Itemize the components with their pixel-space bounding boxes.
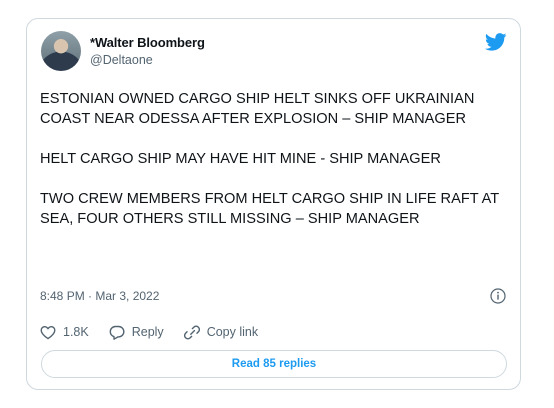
reply-label: Reply: [131, 325, 164, 339]
info-icon[interactable]: [490, 288, 506, 304]
twitter-bird-icon[interactable]: [485, 33, 507, 51]
tweet-paragraph: HELT CARGO SHIP MAY HAVE HIT MINE - SHIP…: [40, 151, 441, 167]
read-replies-button[interactable]: Read 85 replies: [41, 350, 507, 378]
tweet-text: ESTONIAN OWNED CARGO SHIP HELT SINKS OFF…: [40, 89, 510, 229]
reply-button[interactable]: Reply: [109, 325, 164, 340]
tweet-timestamp[interactable]: 8:48 PM · Mar 3, 2022: [40, 289, 159, 303]
tweet-card[interactable]: *Walter Bloomberg @Deltaone ESTONIAN OWN…: [26, 18, 521, 390]
author-name[interactable]: *Walter Bloomberg: [90, 35, 205, 50]
link-icon: [183, 325, 200, 339]
tweet-actions: 1.8K Reply Copy link: [40, 323, 278, 341]
like-button[interactable]: 1.8K: [40, 325, 89, 340]
like-count: 1.8K: [63, 325, 89, 339]
tweet-paragraph: ESTONIAN OWNED CARGO SHIP HELT SINKS OFF…: [40, 91, 475, 127]
author-handle[interactable]: @Deltaone: [90, 53, 153, 67]
avatar[interactable]: [41, 31, 81, 71]
copy-link-label: Copy link: [206, 325, 259, 339]
heart-icon: [40, 325, 56, 339]
reply-bubble-icon: [109, 325, 125, 340]
tweet-paragraph: TWO CREW MEMBERS FROM HELT CARGO SHIP IN…: [40, 191, 499, 227]
copy-link-button[interactable]: Copy link: [183, 325, 259, 340]
